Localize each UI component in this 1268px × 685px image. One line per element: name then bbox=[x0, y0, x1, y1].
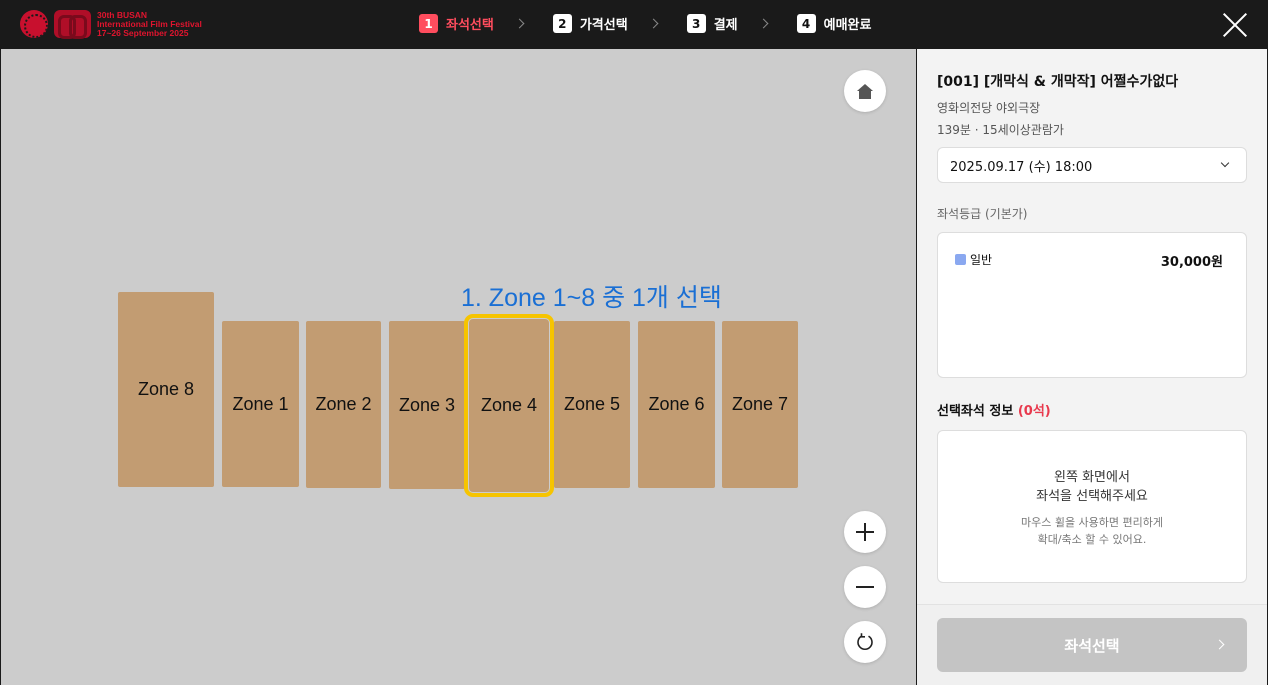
empty-message-line-1: 왼쪽 화면에서 bbox=[1054, 470, 1130, 485]
zone-8[interactable]: Zone 8 bbox=[118, 292, 214, 487]
refresh-icon bbox=[857, 633, 873, 650]
chevron-right-icon bbox=[1214, 639, 1225, 650]
festival-seal-icon bbox=[20, 10, 48, 38]
chevron-right-icon bbox=[758, 18, 769, 29]
zoom-out-button[interactable] bbox=[844, 566, 886, 608]
festival-logo[interactable]: 30th BUSAN International Film Festival 1… bbox=[20, 10, 202, 39]
zone-1[interactable]: Zone 1 bbox=[222, 321, 299, 487]
step-label: 좌석선택 bbox=[446, 18, 494, 33]
runtime-rating: 139분 · 15세이상관람가 bbox=[937, 123, 1064, 137]
sidebar-footer: 좌석선택 bbox=[917, 604, 1267, 685]
home-icon bbox=[857, 83, 873, 99]
select-seat-button[interactable]: 좌석선택 bbox=[937, 618, 1247, 672]
step-complete: 4 예매완료 bbox=[796, 14, 872, 33]
empty-message-line-2: 좌석을 선택해주세요 bbox=[1036, 489, 1148, 504]
close-icon[interactable] bbox=[1222, 12, 1248, 38]
venue-name: 영화의전당 야외극장 bbox=[937, 101, 1041, 115]
selected-seats-label: 선택좌석 정보 bbox=[937, 404, 1014, 419]
zoom-in-button[interactable] bbox=[844, 511, 886, 553]
step-label: 결제 bbox=[713, 18, 738, 33]
step-label: 예매완료 bbox=[823, 18, 872, 33]
zoom-hint-line-1: 마우스 휠을 사용하면 편리하게 bbox=[1020, 516, 1164, 529]
step-payment: 3 결제 bbox=[686, 14, 738, 33]
showtime-select[interactable]: 2025.09.17 (수) 18:00 bbox=[937, 147, 1247, 183]
seat-grade-box: 일반 30,000원 bbox=[937, 232, 1247, 378]
logo-line-3: 17~26 September 2025 bbox=[97, 27, 189, 38]
anniversary-30-icon bbox=[54, 10, 91, 39]
logo-text: 30th BUSAN International Film Festival 1… bbox=[97, 10, 202, 38]
step-label: 가격선택 bbox=[579, 18, 628, 33]
booking-steps: 1 좌석선택 2 가격선택 3 결제 4 예매완료 bbox=[419, 14, 871, 33]
zone-5[interactable]: Zone 5 bbox=[554, 321, 630, 488]
zoom-hint-line-2: 확대/축소 할 수 있어요. bbox=[1037, 533, 1147, 546]
chevron-right-icon bbox=[514, 18, 525, 29]
zone-7[interactable]: Zone 7 bbox=[722, 321, 798, 488]
zone-6[interactable]: Zone 6 bbox=[638, 321, 715, 488]
showtime-value: 2025.09.17 (수) 18:00 bbox=[950, 159, 1093, 175]
step-number: 4 bbox=[796, 14, 816, 33]
grade-color-swatch bbox=[955, 254, 966, 265]
home-button[interactable] bbox=[844, 70, 886, 112]
zoom-in-icon bbox=[856, 523, 874, 541]
step-number: 2 bbox=[552, 14, 572, 33]
step-number: 1 bbox=[419, 14, 438, 33]
select-seat-button-label: 좌석선택 bbox=[1064, 636, 1120, 655]
selected-seats-box: 왼쪽 화면에서 좌석을 선택해주세요 마우스 휠을 사용하면 편리하게 확대/축… bbox=[937, 430, 1247, 583]
movie-title: [001] [개막식 & 개막작] 어쩔수가없다 bbox=[937, 74, 1179, 90]
grade-price: 30,000원 bbox=[1160, 255, 1223, 270]
zone-2[interactable]: Zone 2 bbox=[306, 321, 381, 488]
selected-seats-count: (0석) bbox=[1017, 404, 1051, 419]
chevron-down-icon bbox=[1220, 158, 1230, 168]
zoom-out-icon bbox=[856, 586, 874, 588]
reset-view-button[interactable] bbox=[844, 621, 886, 663]
step-price-selection: 2 가격선택 bbox=[552, 14, 628, 33]
selected-seats-heading: 선택좌석 정보 (0석) bbox=[937, 400, 1051, 419]
top-bar: 30th BUSAN International Film Festival 1… bbox=[0, 0, 1268, 49]
booking-sidebar: [001] [개막식 & 개막작] 어쩔수가없다 영화의전당 야외극장 139분… bbox=[917, 49, 1267, 685]
zone-4[interactable]: Zone 4 bbox=[464, 314, 554, 497]
seat-grade-label: 좌석등급 (기본가) bbox=[937, 207, 1028, 221]
zone-3[interactable]: Zone 3 bbox=[389, 321, 465, 489]
seat-map[interactable]: 1. Zone 1~8 중 1개 선택 Zone 8 Zone 1 Zone 2… bbox=[1, 49, 916, 685]
step-seat-selection: 1 좌석선택 bbox=[419, 14, 494, 33]
map-instruction: 1. Zone 1~8 중 1개 선택 bbox=[461, 284, 722, 312]
step-number: 3 bbox=[686, 14, 706, 33]
grade-name: 일반 bbox=[970, 253, 993, 267]
chevron-right-icon bbox=[648, 18, 659, 29]
